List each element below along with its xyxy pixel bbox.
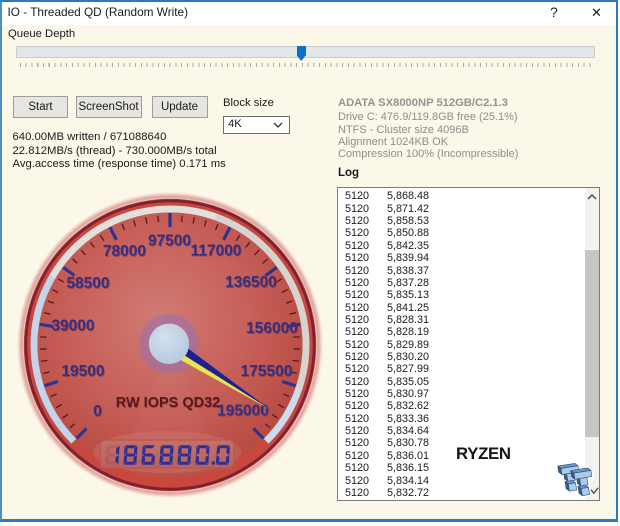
svg-text:136500: 136500 [225,274,277,291]
svg-text:58500: 58500 [66,275,109,292]
svg-text:195000: 195000 [217,403,269,420]
svg-text:97500: 97500 [148,233,191,250]
svg-text:175500: 175500 [241,363,293,380]
svg-text:156000: 156000 [246,320,298,337]
svg-text:0: 0 [93,403,102,420]
svg-text:RW IOPS QD32: RW IOPS QD32 [116,395,220,411]
svg-text:117000: 117000 [191,243,242,260]
svg-text:78000: 78000 [103,243,146,260]
svg-text:19500: 19500 [61,363,104,380]
svg-text:39000: 39000 [51,318,94,335]
